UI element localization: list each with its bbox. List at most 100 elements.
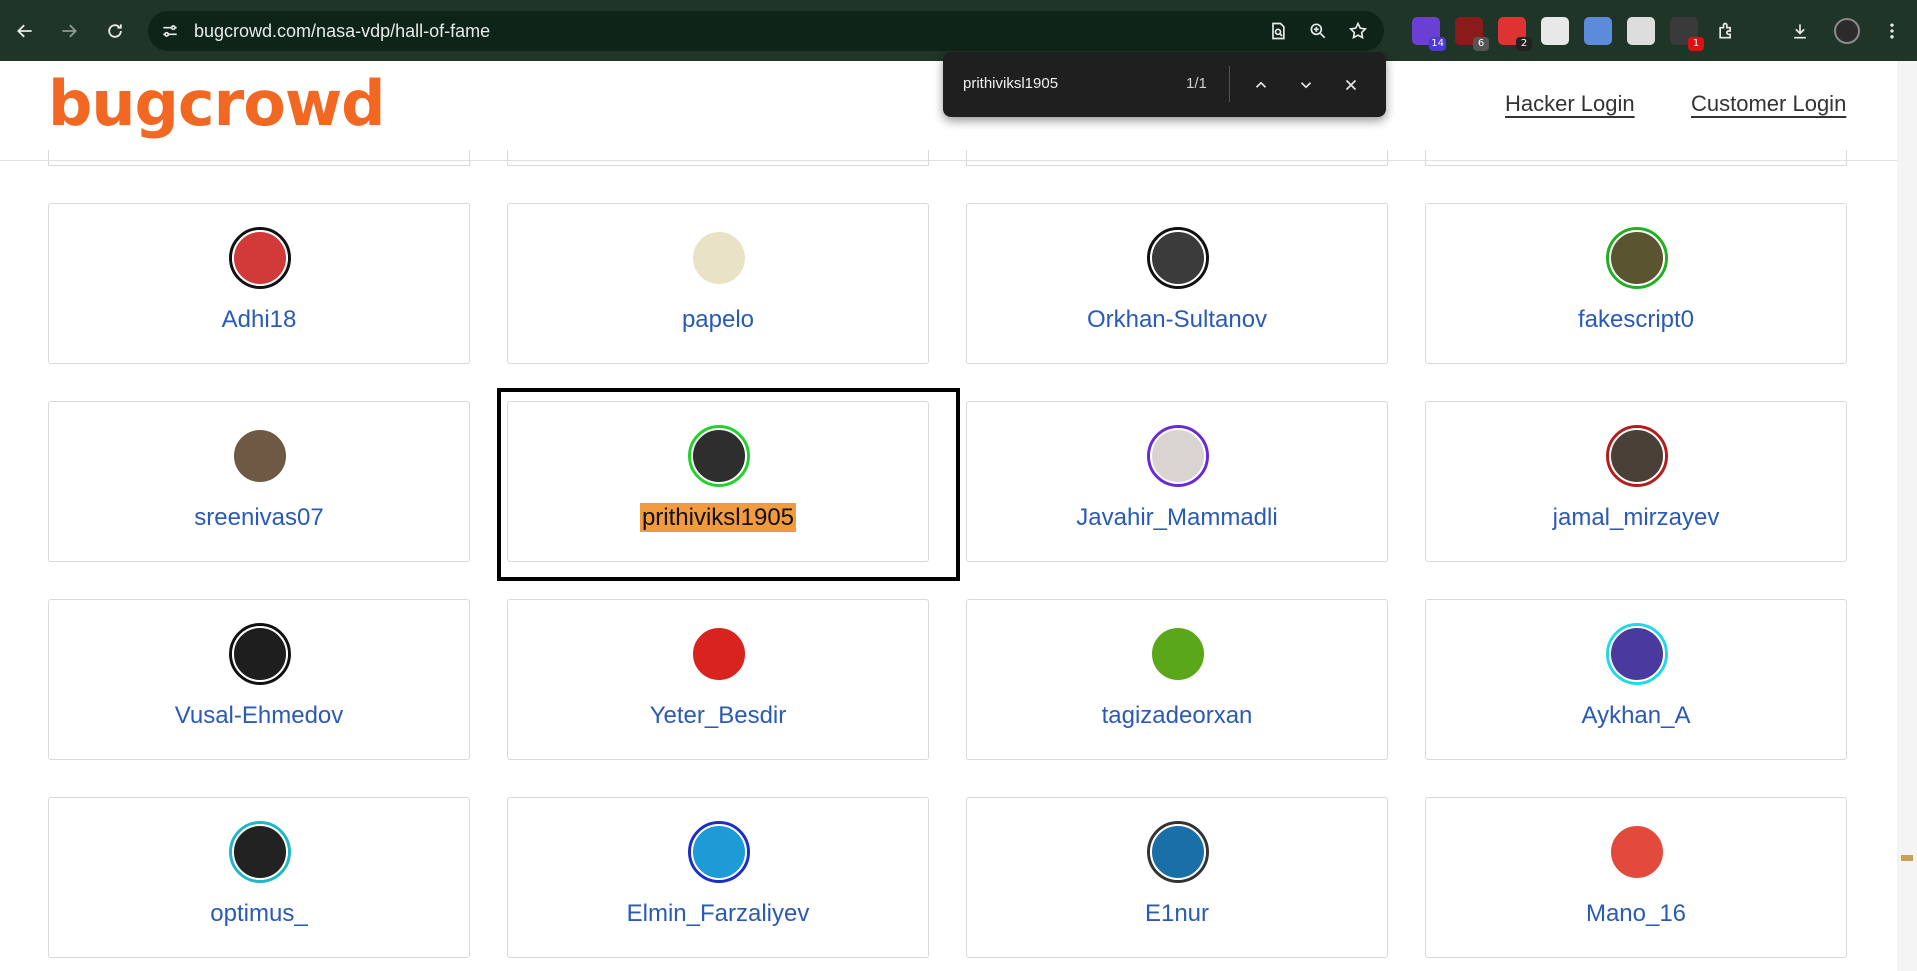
researcher-name-link[interactable]: Mano_16 [1426,900,1846,928]
researcher-name-link[interactable]: Elmin_Farzaliyev [508,900,928,928]
chevron-up-icon[interactable] [1248,72,1274,98]
avatar-image [691,824,747,880]
researcher-avatar[interactable] [1606,227,1668,289]
researcher-card[interactable]: Javahir_Mammadli [966,401,1388,562]
avatar-image [1150,824,1206,880]
hacker-login-link[interactable]: Hacker Login [1505,91,1635,117]
page-search-icon[interactable] [1266,19,1290,43]
avatar-image [691,626,747,682]
partial-card [1425,150,1847,166]
page-scrollbar[interactable] [1897,61,1917,971]
menu-dots-icon[interactable] [1875,14,1909,48]
researcher-avatar[interactable] [1606,425,1668,487]
researcher-card[interactable]: Orkhan-Sultanov [966,203,1388,364]
partial-card [48,150,470,166]
profile-avatar[interactable] [1834,18,1860,44]
ext-qr-icon[interactable] [1627,17,1655,45]
researcher-card[interactable]: jamal_mirzayev [1425,401,1847,562]
researcher-card[interactable]: sreenivas07 [48,401,470,562]
researcher-avatar[interactable] [1147,227,1209,289]
researcher-avatar[interactable] [229,227,291,289]
bookmark-star-icon[interactable] [1346,19,1370,43]
avatar-image [1150,428,1206,484]
researcher-avatar[interactable] [1147,821,1209,883]
avatar-image [1150,626,1206,682]
ext-red-icon[interactable]: 1 [1670,17,1704,51]
researcher-card[interactable]: E1nur [966,797,1388,958]
partial-card [966,150,1388,166]
researcher-avatar[interactable] [688,623,750,685]
download-icon[interactable] [1783,14,1817,48]
avatar-image [1609,428,1665,484]
avatar-image [1609,824,1665,880]
extension-badge: 14 [1429,37,1446,51]
researcher-avatar[interactable] [229,623,291,685]
avatar-image [232,428,288,484]
find-divider [1229,66,1230,102]
bugcrowd-logo[interactable]: bugcrowd [48,67,385,140]
researcher-card[interactable]: optimus_ [48,797,470,958]
researcher-name-link[interactable]: Javahir_Mammadli [967,504,1387,532]
researcher-avatar[interactable] [1147,425,1209,487]
researcher-name-link[interactable]: Orkhan-Sultanov [967,306,1387,334]
avatar-image [232,824,288,880]
zoom-icon[interactable] [1306,19,1330,43]
ext-dice-icon[interactable]: 2 [1498,17,1532,51]
find-query-input[interactable]: prithiviksl1905 [963,75,1058,92]
researcher-card[interactable]: Elmin_Farzaliyev [507,797,929,958]
researcher-name-link[interactable]: optimus_ [49,900,469,928]
researcher-card[interactable]: Vusal-Ehmedov [48,599,470,760]
avatar-image [232,626,288,682]
researcher-avatar[interactable] [1606,623,1668,685]
avatar-image [1609,626,1665,682]
forward-icon[interactable] [52,14,86,48]
back-icon[interactable] [8,14,42,48]
extension-badge: 2 [1516,37,1532,51]
reload-icon[interactable] [98,14,132,48]
researcher-name-link[interactable]: Adhi18 [49,306,469,334]
scrollbar-thumb[interactable] [1901,855,1913,861]
researcher-card[interactable]: papelo [507,203,929,364]
researcher-card[interactable]: tagizadeorxan [966,599,1388,760]
ext-stop-icon[interactable] [1541,17,1569,45]
researcher-card[interactable]: Mano_16 [1425,797,1847,958]
avatar-image [1150,230,1206,286]
researcher-card[interactable]: fakescript0 [1425,203,1847,364]
researcher-name-link[interactable]: Aykhan_A [1426,702,1846,730]
avatar-image [1609,230,1665,286]
partial-card [507,150,929,166]
researcher-name-link[interactable]: tagizadeorxan [967,702,1387,730]
researcher-name-link[interactable]: jamal_mirzayev [1426,504,1846,532]
researcher-name-link[interactable]: Yeter_Besdir [508,702,928,730]
ext-purple-icon[interactable]: 14 [1412,17,1446,51]
address-bar[interactable]: bugcrowd.com/nasa-vdp/hall-of-fame [148,11,1384,51]
researcher-avatar[interactable] [1147,623,1209,685]
ext-globe-icon[interactable] [1584,17,1612,45]
customer-login-link[interactable]: Customer Login [1691,91,1846,117]
ext-ublock-icon[interactable]: 6 [1455,17,1489,51]
researcher-avatar[interactable] [688,227,750,289]
url-text[interactable]: bugcrowd.com/nasa-vdp/hall-of-fame [194,21,490,42]
researcher-card[interactable]: Adhi18 [48,203,470,364]
extension-badge: 1 [1688,37,1704,51]
focus-rectangle [497,388,960,581]
researcher-avatar[interactable] [229,425,291,487]
extensions-puzzle-icon[interactable] [1709,14,1743,48]
close-icon[interactable] [1338,72,1364,98]
researcher-card[interactable]: Yeter_Besdir [507,599,929,760]
find-match-count: 1/1 [1186,75,1207,92]
researcher-name-link[interactable]: papelo [508,306,928,334]
researcher-avatar[interactable] [1606,821,1668,883]
site-info-icon[interactable] [158,19,182,43]
avatar-image [232,230,288,286]
researcher-avatar[interactable] [688,821,750,883]
researcher-card[interactable]: Aykhan_A [1425,599,1847,760]
researcher-name-link[interactable]: Vusal-Ehmedov [49,702,469,730]
researcher-name-link[interactable]: E1nur [967,900,1387,928]
chevron-down-icon[interactable] [1293,72,1319,98]
researcher-name-link[interactable]: fakescript0 [1426,306,1846,334]
find-bar: prithiviksl1905 1/1 [943,52,1386,117]
researcher-avatar[interactable] [229,821,291,883]
extension-badge: 6 [1473,37,1489,51]
researcher-name-link[interactable]: sreenivas07 [49,504,469,532]
